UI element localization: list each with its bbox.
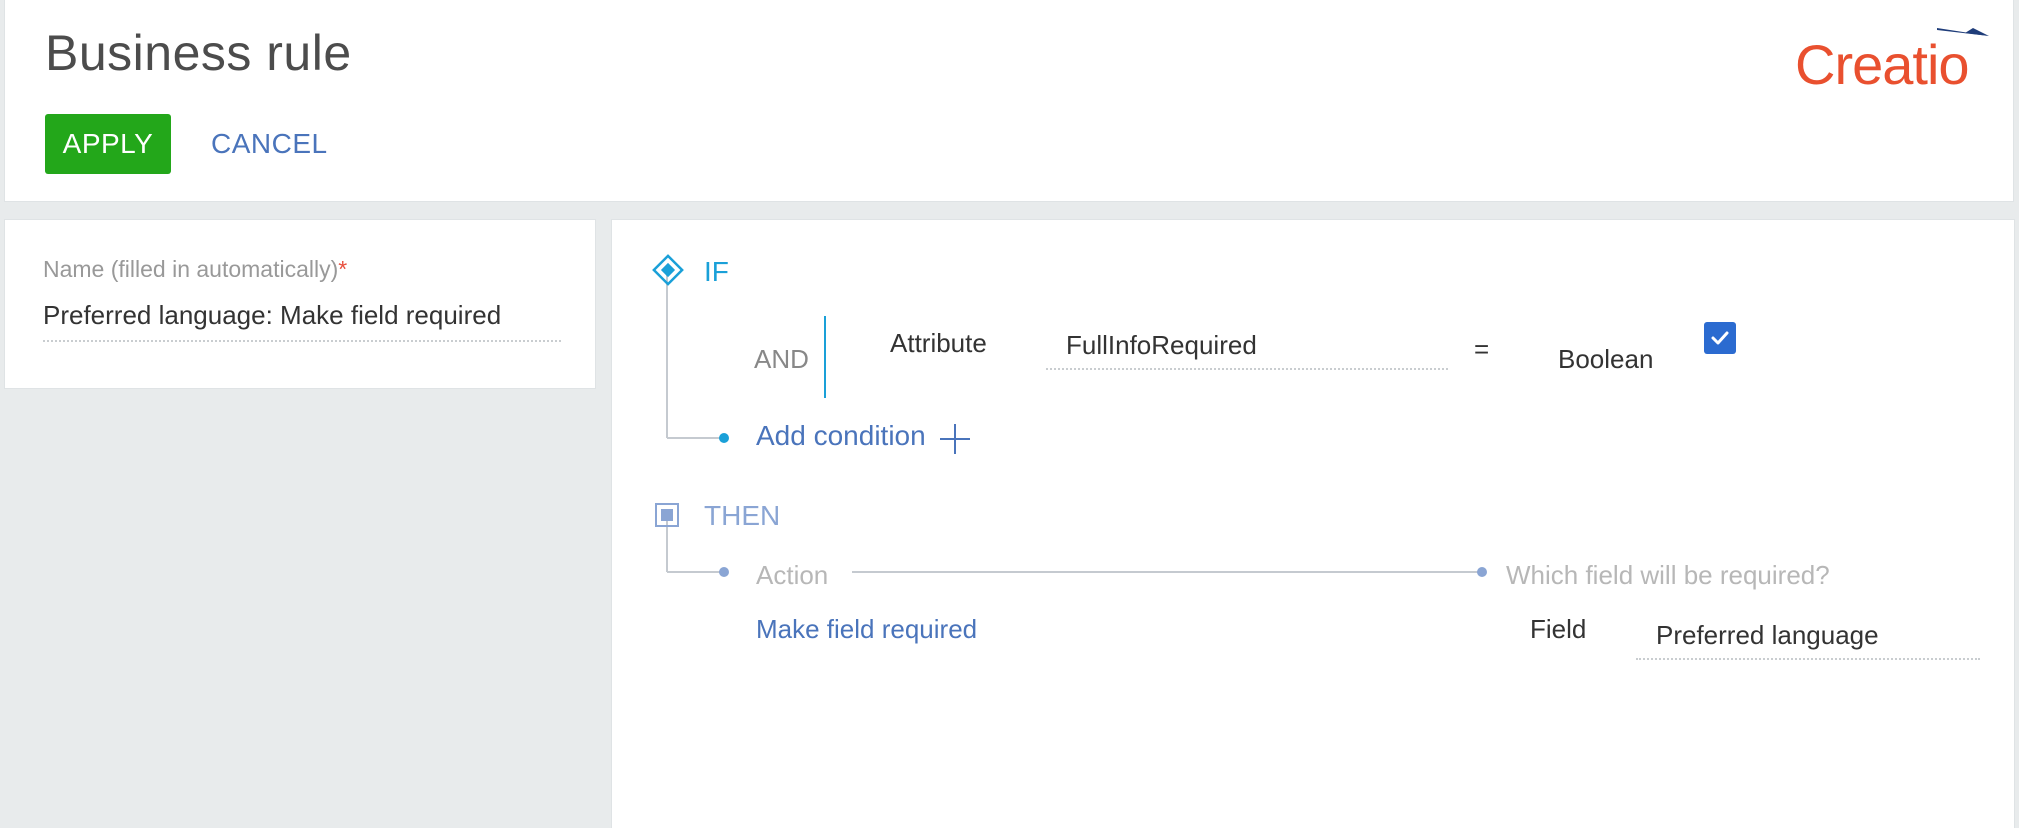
target-field-header: Which field will be required? xyxy=(1506,560,1830,590)
square-node-icon xyxy=(655,503,679,527)
name-label-text: Name (filled in automatically) xyxy=(43,256,339,282)
condition-left-type[interactable]: Attribute xyxy=(890,328,987,359)
rule-editor-panel: IF AND Attribute FullInfoRequired = Bool… xyxy=(611,219,2015,828)
name-field-label: Name (filled in automatically)* xyxy=(43,256,347,283)
diamond-icon xyxy=(652,254,684,286)
rule-tree-lines xyxy=(666,272,1487,577)
plus-icon[interactable] xyxy=(938,422,972,456)
cancel-button[interactable]: CANCEL xyxy=(211,114,328,174)
condition-group-bar xyxy=(824,316,826,398)
target-field-input[interactable]: Preferred language xyxy=(1636,612,1980,660)
field-label: Field xyxy=(1530,614,1587,644)
rule-name-panel: Name (filled in automatically)* Preferre… xyxy=(4,219,596,389)
checkmark-icon xyxy=(1711,331,1729,345)
comparison-operator[interactable]: = xyxy=(1474,334,1489,365)
condition-attribute-field[interactable]: FullInfoRequired xyxy=(1046,324,1448,370)
name-input[interactable]: Preferred language: Make field required xyxy=(43,298,561,342)
add-condition-link[interactable]: Add condition xyxy=(756,420,926,452)
action-selector[interactable]: Make field required xyxy=(756,614,977,645)
if-label: IF xyxy=(704,256,729,287)
apply-button[interactable]: APPLY xyxy=(45,114,171,174)
action-header: Action xyxy=(756,560,829,590)
boolean-value-checkbox[interactable] xyxy=(1704,322,1736,354)
and-operator[interactable]: AND xyxy=(754,344,809,375)
then-label: THEN xyxy=(704,500,781,531)
creatio-logo: Creatio xyxy=(1795,24,1995,96)
required-mark: * xyxy=(338,256,348,282)
page-title: Business rule xyxy=(45,25,352,81)
condition-right-type[interactable]: Boolean xyxy=(1558,344,1653,375)
paper-plane-icon xyxy=(1937,28,1989,36)
page-header: Business rule APPLY CANCEL Creatio xyxy=(4,0,2014,202)
